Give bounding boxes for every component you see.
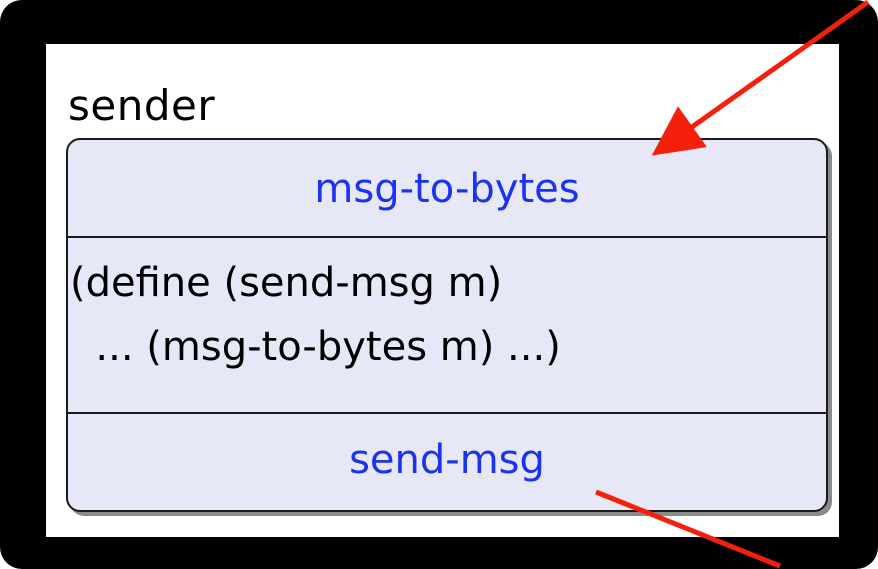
code-line: ... (msg-to-bytes m) ...): [70, 324, 561, 370]
export-identifier: send-msg: [349, 437, 545, 483]
module-name-label: sender: [68, 81, 216, 130]
import-identifier: msg-to-bytes: [314, 166, 580, 212]
body-section: (define (send-msg m) ... (msg-to-bytes m…: [68, 238, 826, 414]
module-box: msg-to-bytes (define (send-msg m) ... (m…: [66, 138, 828, 512]
exports-section: send-msg: [68, 414, 826, 510]
code-line: (define (send-msg m): [70, 260, 503, 306]
imports-section: msg-to-bytes: [68, 140, 826, 238]
diagram-canvas: sender msg-to-bytes (define (send-msg m)…: [0, 0, 878, 569]
